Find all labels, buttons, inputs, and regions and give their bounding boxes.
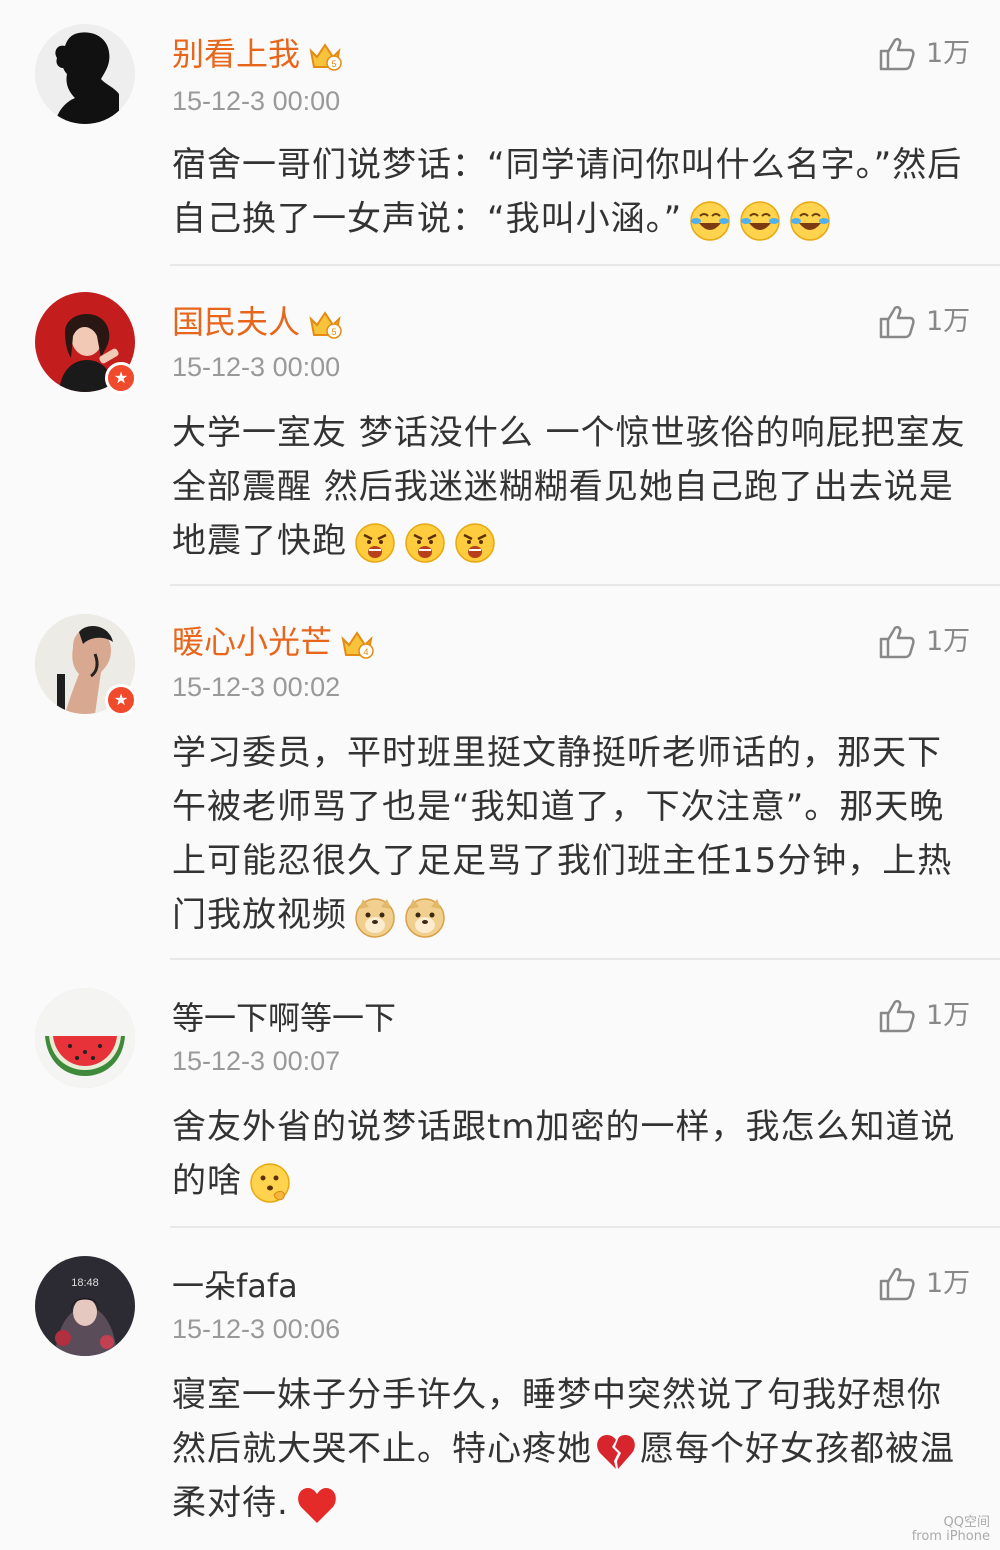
timestamp: 15-12-3 00:07 <box>172 1046 341 1076</box>
like-count: 1万 <box>926 38 971 69</box>
like-button[interactable]: 1万 <box>878 996 970 1036</box>
username[interactable]: 一朵fafa <box>172 1266 298 1306</box>
angry-emoji-icon <box>355 522 395 563</box>
like-button[interactable]: 1万 <box>878 1264 970 1304</box>
comment-text: 舍友外省的说梦话跟tm加密的一样，我怎么知道说的啥 <box>172 1100 972 1208</box>
timestamp: 15-12-3 00:02 <box>172 672 341 702</box>
avatar[interactable] <box>35 988 135 1088</box>
avatar[interactable]: 18:48 <box>35 1256 135 1356</box>
watermark-title: QQ空间 <box>943 1515 990 1530</box>
like-button[interactable]: 1万 <box>878 302 970 342</box>
username-text[interactable]: 一朵fafa <box>172 1267 298 1305</box>
thumbs-up-icon <box>879 37 915 71</box>
like-button[interactable]: 1万 <box>878 34 970 74</box>
thumbs-up-icon <box>879 999 915 1033</box>
doge-emoji-icon <box>355 897 395 938</box>
comment-item: ★ 暖心小光芒 4 15-12-3 00:02 1万 学习委员，平时班里挺文静挺听… <box>0 586 1000 960</box>
avatar[interactable] <box>35 24 135 124</box>
timestamp: 15-12-3 00:00 <box>172 352 341 382</box>
comment-body: 学习委员，平时班里挺文静挺听老师话的，那天下午被老师骂了也是“我知道了，下次注意… <box>172 733 953 935</box>
username-text[interactable]: 等一下啊等一下 <box>172 999 396 1037</box>
username[interactable]: 等一下啊等一下 <box>172 998 396 1038</box>
svg-text:18:48: 18:48 <box>71 1277 99 1289</box>
username-text[interactable]: 暖心小光芒 <box>172 623 332 661</box>
like-count: 1万 <box>926 1000 971 1031</box>
svg-text:4: 4 <box>364 647 369 657</box>
doge-emoji-icon <box>405 897 445 938</box>
angry-emoji-icon <box>455 522 495 563</box>
like-count: 1万 <box>926 306 971 337</box>
thumbs-up-icon <box>879 625 915 659</box>
svg-text:5: 5 <box>332 59 337 69</box>
vip-crown-icon: 5 <box>309 311 342 339</box>
laugh-cry-emoji-icon <box>690 200 730 241</box>
broken-heart-emoji-icon <box>597 1434 635 1469</box>
vip-crown-icon: 5 <box>309 43 342 71</box>
comment-item: ★ 国民夫人 5 15-12-3 00:00 1万 大学一室友 梦话没什么 一个惊… <box>0 266 1000 586</box>
username[interactable]: 暖心小光芒 4 <box>172 622 374 662</box>
timestamp: 15-12-3 00:00 <box>172 86 341 116</box>
comment-item: 18:48 一朵fafa 15-12-3 00:06 1万 寝室一妹子分手许久，… <box>0 1228 1000 1550</box>
comment-body: 宿舍一哥们说梦话：“同学请问你叫什么名字。”然后自己换了一女声说：“我叫小涵。” <box>172 145 963 239</box>
thumbs-up-icon <box>879 1267 915 1301</box>
username[interactable]: 国民夫人 5 <box>172 302 342 342</box>
comment-body: 大学一室友 梦话没什么 一个惊世骇俗的响屁把室友全部震醒 然后我迷迷糊糊看见她自… <box>172 413 966 561</box>
laugh-cry-emoji-icon <box>790 200 830 241</box>
username[interactable]: 别看上我 5 <box>172 34 342 74</box>
avatar-watermelon-icon <box>35 988 135 1088</box>
comment-item: 别看上我 5 15-12-3 00:00 1万 宿舍一哥们说梦话：“同学请问你叫什… <box>0 0 1000 266</box>
thinking-emoji-icon <box>250 1162 290 1203</box>
like-count: 1万 <box>926 626 971 657</box>
svg-text:5: 5 <box>332 327 337 337</box>
thumbs-up-icon <box>879 305 915 339</box>
heart-emoji-icon <box>297 1487 336 1523</box>
watermark: QQ空间 from iPhone <box>912 1516 990 1544</box>
verified-badge: ★ <box>105 362 137 394</box>
avatar-silhouette-icon <box>35 24 135 124</box>
like-count: 1万 <box>926 1268 971 1299</box>
timestamp: 15-12-3 00:06 <box>172 1314 341 1344</box>
laugh-cry-emoji-icon <box>740 200 780 241</box>
comment-text: 宿舍一哥们说梦话：“同学请问你叫什么名字。”然后自己换了一女声说：“我叫小涵。” <box>172 138 972 246</box>
angry-emoji-icon <box>405 522 445 563</box>
avatar-lockscreen-icon: 18:48 <box>35 1256 135 1356</box>
verified-badge: ★ <box>105 684 137 716</box>
like-button[interactable]: 1万 <box>878 622 970 662</box>
username-text[interactable]: 别看上我 <box>172 35 300 73</box>
comment-item: 等一下啊等一下 15-12-3 00:07 1万 舍友外省的说梦话跟tm加密的一… <box>0 960 1000 1228</box>
vip-crown-icon: 4 <box>341 631 374 659</box>
watermark-subtitle: from iPhone <box>911 1529 990 1544</box>
username-text[interactable]: 国民夫人 <box>172 303 300 341</box>
comment-text: 大学一室友 梦话没什么 一个惊世骇俗的响屁把室友全部震醒 然后我迷迷糊糊看见她自… <box>172 406 972 568</box>
comment-text: 寝室一妹子分手许久，睡梦中突然说了句我好想你然后就大哭不止。特心疼她 愿每个好女孩… <box>172 1368 972 1530</box>
comment-text: 学习委员，平时班里挺文静挺听老师话的，那天下午被老师骂了也是“我知道了，下次注意… <box>172 726 972 942</box>
